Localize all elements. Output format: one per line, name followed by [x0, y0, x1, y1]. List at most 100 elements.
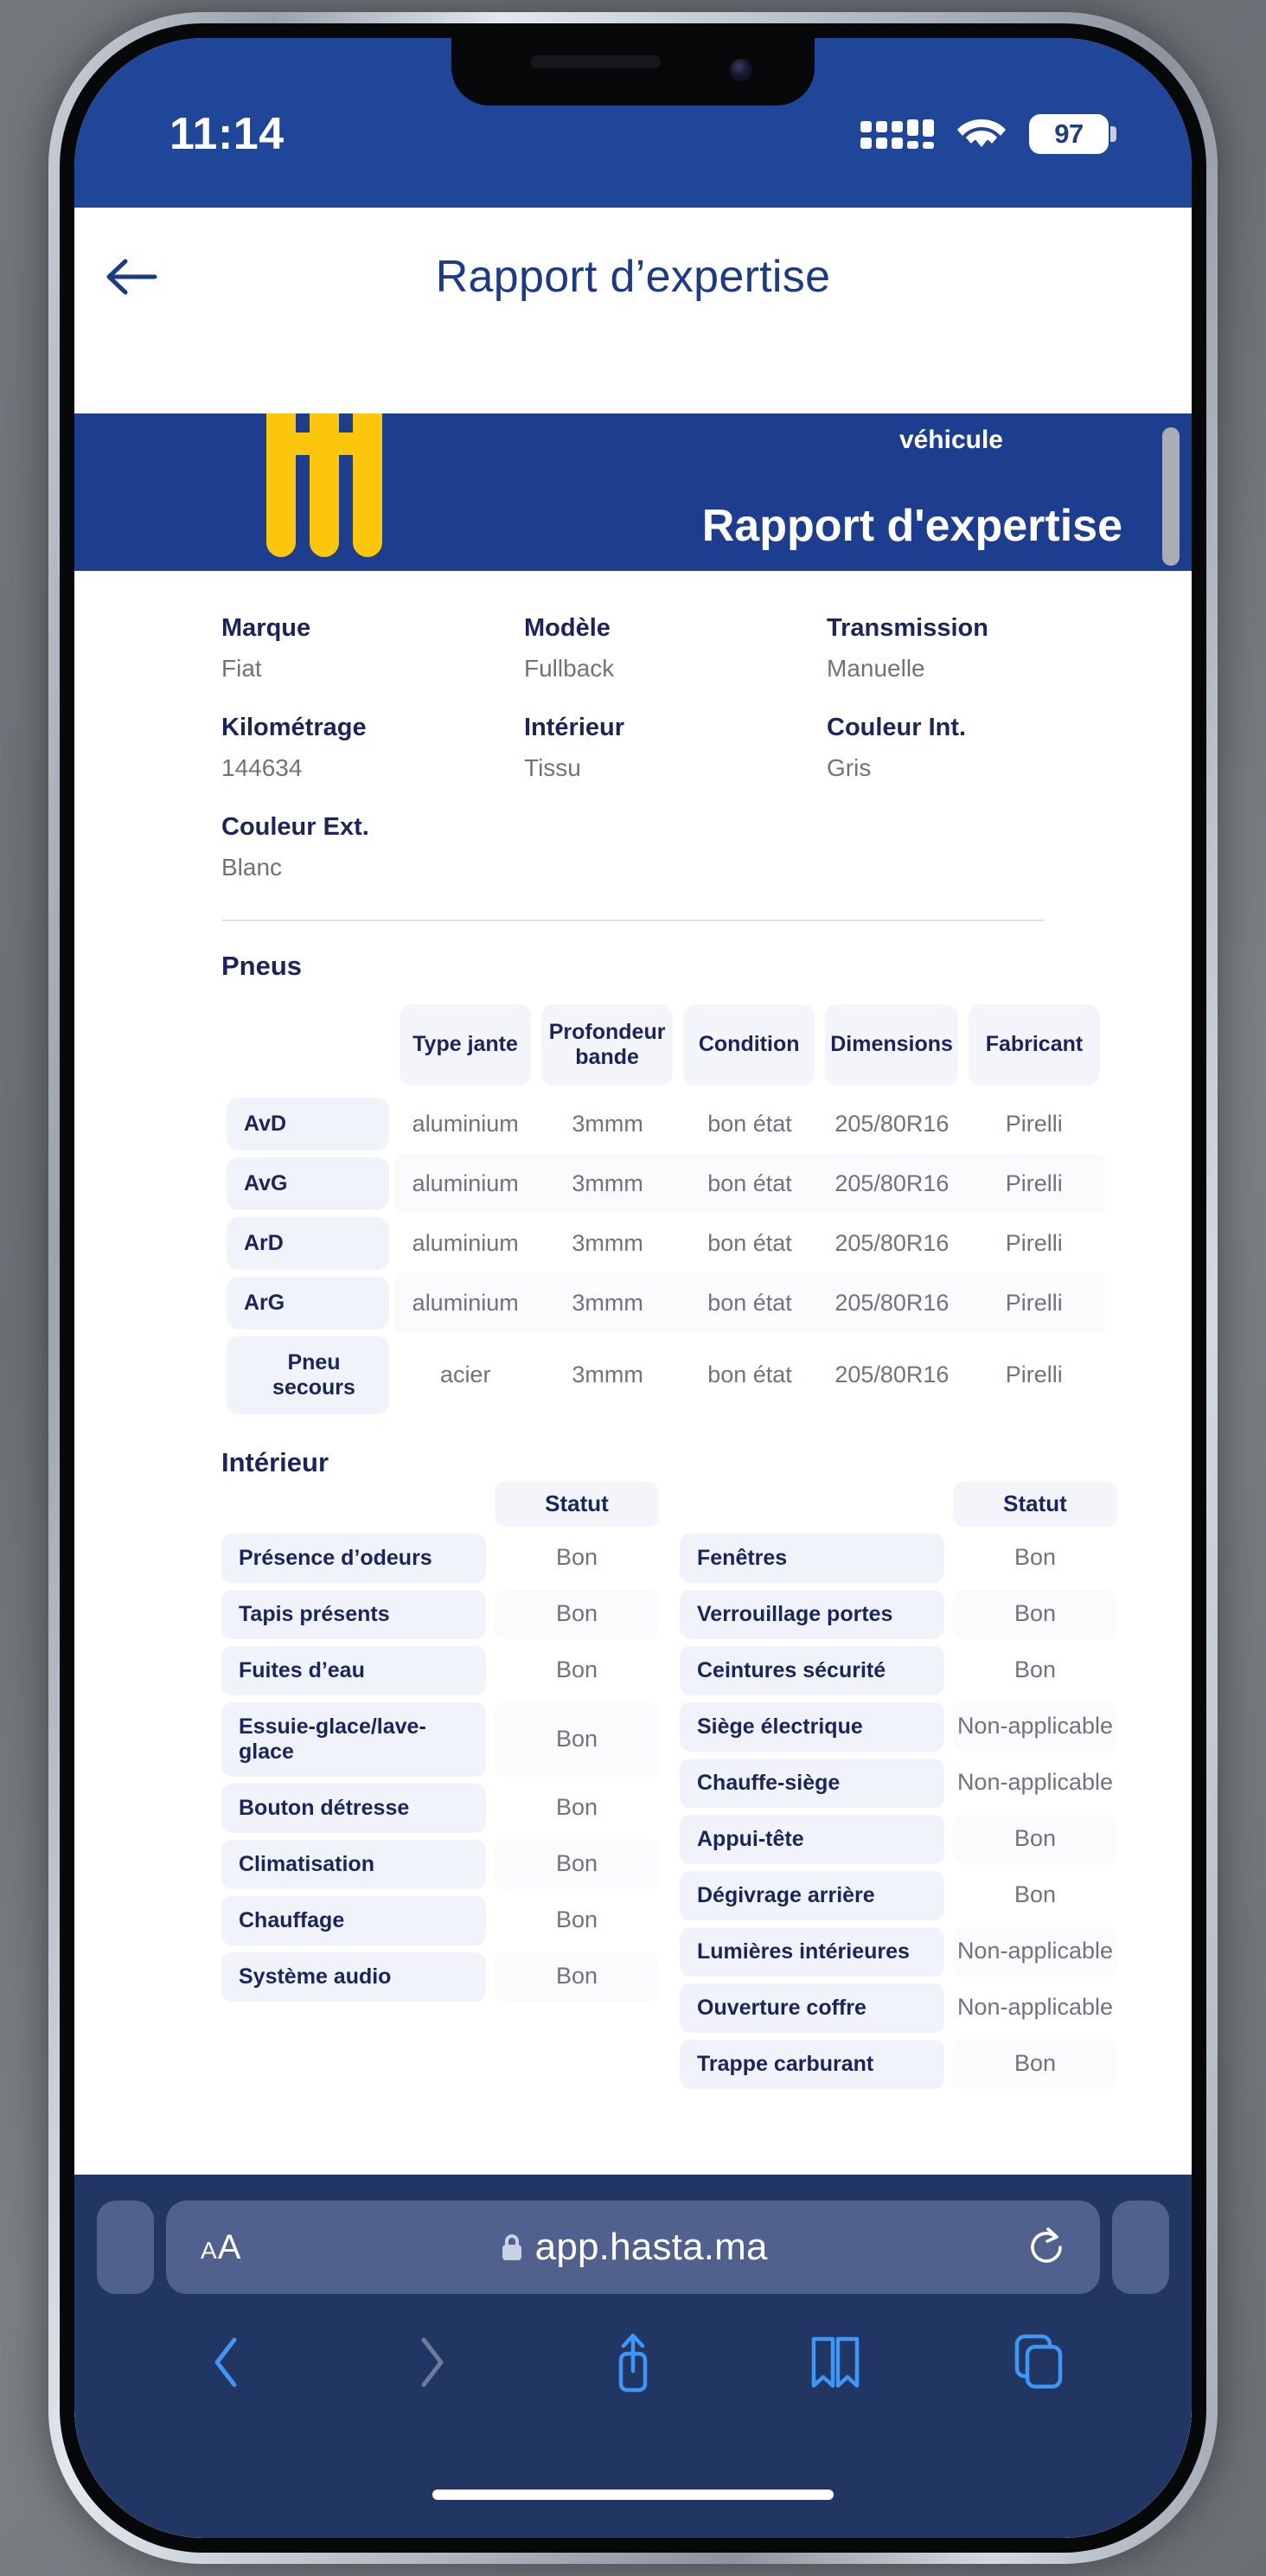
cell: 205/80R16 — [821, 1272, 963, 1333]
tabs-icon — [1014, 2334, 1062, 2389]
row-label: ArD — [227, 1216, 389, 1270]
cell: aluminium — [412, 1229, 519, 1256]
info-couleur-ext: Couleur Ext. Blanc — [221, 813, 524, 881]
item-label: Bouton détresse — [221, 1783, 486, 1833]
list-item: Ouverture coffre Non-applicable — [680, 1983, 1117, 2033]
item-status: Bon — [555, 1656, 598, 1683]
cell: 205/80R16 — [834, 1110, 950, 1137]
item-status: Bon — [953, 2039, 1117, 2089]
interior-left-column: Statut Présence d’odeurs Bon Tapis prése… — [221, 1481, 659, 2096]
share-button[interactable] — [585, 2323, 681, 2401]
list-item: Chauffe-siège Non-applicable — [680, 1758, 1117, 1808]
list-item: Essuie-glace/lave-glace Bon — [221, 1701, 659, 1777]
cell: Pirelli — [1005, 1362, 1063, 1387]
back-button-browser[interactable] — [180, 2323, 275, 2401]
info-label: Couleur Ext. — [221, 813, 369, 841]
bookmarks-button[interactable] — [788, 2323, 883, 2401]
interior-right-column: Statut Fenêtres Bon Verrouillage portes … — [680, 1481, 1117, 2096]
table-corner-cell — [227, 1004, 389, 1086]
home-indicator[interactable] — [432, 2489, 834, 2500]
bookmarks-icon — [812, 2336, 860, 2388]
address-bar[interactable]: A A app.hasta.ma — [166, 2201, 1100, 2294]
cell: 205/80R16 — [834, 1362, 950, 1387]
list-item: Verrouillage portes Bon — [680, 1589, 1117, 1639]
vehicle-info-grid: Marque Fiat Modèle Fullback Transmission… — [74, 571, 1192, 881]
item-status: Bon — [953, 1814, 1117, 1864]
info-modele: Modèle Fullback — [524, 614, 827, 682]
table-body: AvD aluminium 3mmm bon état 205/80R16 Pi… — [221, 1094, 1105, 1418]
header-spacer — [680, 1482, 944, 1527]
item-status: Bon — [555, 1544, 598, 1571]
next-tab-peek[interactable] — [1112, 2201, 1169, 2294]
reload-button[interactable] — [1027, 2227, 1065, 2268]
interior-checklist: Statut Présence d’odeurs Bon Tapis prése… — [74, 1478, 1192, 2096]
item-label: Siège électrique — [680, 1701, 944, 1752]
info-value: Fullback — [524, 655, 615, 682]
share-icon — [618, 2333, 648, 2393]
back-chevron-icon — [214, 2337, 237, 2387]
text-size-button[interactable]: A A — [201, 2228, 240, 2267]
back-button[interactable] — [74, 257, 189, 297]
list-item: Présence d’odeurs Bon — [221, 1533, 659, 1583]
info-label: Transmission — [827, 614, 988, 642]
battery-icon: 97 — [1029, 114, 1116, 154]
back-arrow-icon — [106, 259, 157, 295]
table-row: AvG aluminium 3mmm bon état 205/80R16 Pi… — [221, 1153, 1105, 1214]
item-label: Présence d’odeurs — [221, 1533, 486, 1583]
item-status: Bon — [1013, 1656, 1057, 1683]
info-value: Manuelle — [827, 655, 925, 682]
item-label: Système audio — [221, 1951, 486, 2002]
info-couleur-int: Couleur Int. Gris — [827, 714, 1129, 782]
previous-tab-peek[interactable] — [97, 2201, 154, 2294]
item-label: Ceintures sécurité — [680, 1645, 944, 1695]
banner-title: Rapport d'expertise — [701, 501, 1122, 551]
info-value: Blanc — [221, 854, 283, 881]
item-label: Fuites d’eau — [221, 1645, 486, 1695]
list-item: Siège électrique Non-applicable — [680, 1701, 1117, 1752]
item-label: Lumières intérieures — [680, 1926, 944, 1977]
item-status: Non-applicable — [953, 1926, 1117, 1977]
forward-button-browser[interactable] — [383, 2323, 478, 2401]
list-item: Tapis présents Bon — [221, 1589, 659, 1639]
list-item: Ceintures sécurité Bon — [680, 1645, 1117, 1695]
info-label: Kilométrage — [221, 714, 367, 741]
cell: 3mmm — [572, 1229, 643, 1256]
info-value: Gris — [827, 754, 872, 781]
pneus-table: Type jante Profondeur bande Condition Di… — [74, 982, 1192, 1418]
cell: 205/80R16 — [821, 1153, 963, 1214]
column-header: Dimensions — [825, 1004, 958, 1086]
front-camera-icon — [730, 59, 752, 81]
cell: Pirelli — [1005, 1229, 1063, 1256]
scrollbar-thumb[interactable] — [1162, 427, 1180, 566]
info-label: Marque — [221, 614, 311, 642]
list-item: Climatisation Bon — [221, 1839, 659, 1889]
item-status: Bon — [1013, 1544, 1057, 1571]
cell: aluminium — [394, 1153, 537, 1214]
list-item: Système audio Bon — [221, 1951, 659, 2002]
tabs-button[interactable] — [991, 2323, 1086, 2401]
list-item: Lumières intérieures Non-applicable — [680, 1926, 1117, 1977]
info-marque: Marque Fiat — [221, 614, 524, 682]
text-size-big-a: A — [217, 2227, 241, 2266]
banner-subtitle: véhicule — [898, 426, 1003, 454]
table-row: ArD aluminium 3mmm bon état 205/80R16 Pi… — [221, 1214, 1105, 1273]
table-row: AvD aluminium 3mmm bon état 205/80R16 Pi… — [221, 1094, 1105, 1154]
lock-icon — [501, 2233, 523, 2262]
status-time: 11:14 — [169, 109, 285, 159]
item-label: Dégivrage arrière — [680, 1870, 944, 1920]
forward-chevron-icon — [421, 2337, 444, 2387]
url-center: app.hasta.ma — [240, 2226, 1027, 2269]
text-size-small-a: A — [201, 2236, 217, 2264]
wifi-icon — [956, 116, 1007, 152]
earpiece-speaker — [531, 55, 661, 68]
list-header-row: Statut — [221, 1481, 659, 1527]
page-title: Rapport d’expertise — [435, 252, 831, 302]
item-label: Tapis présents — [221, 1589, 486, 1639]
cell: bon état — [707, 1110, 792, 1137]
item-label: Essuie-glace/lave-glace — [221, 1701, 486, 1777]
column-header: Type jante — [400, 1004, 532, 1086]
table-row: ArG aluminium 3mmm bon état 205/80R16 Pi… — [221, 1272, 1105, 1333]
document-page-1: véhicule Rapport d'expertise Marque Fiat… — [74, 413, 1192, 2219]
report-banner: véhicule Rapport d'expertise — [74, 413, 1192, 571]
item-status: Bon — [1013, 1881, 1057, 1908]
